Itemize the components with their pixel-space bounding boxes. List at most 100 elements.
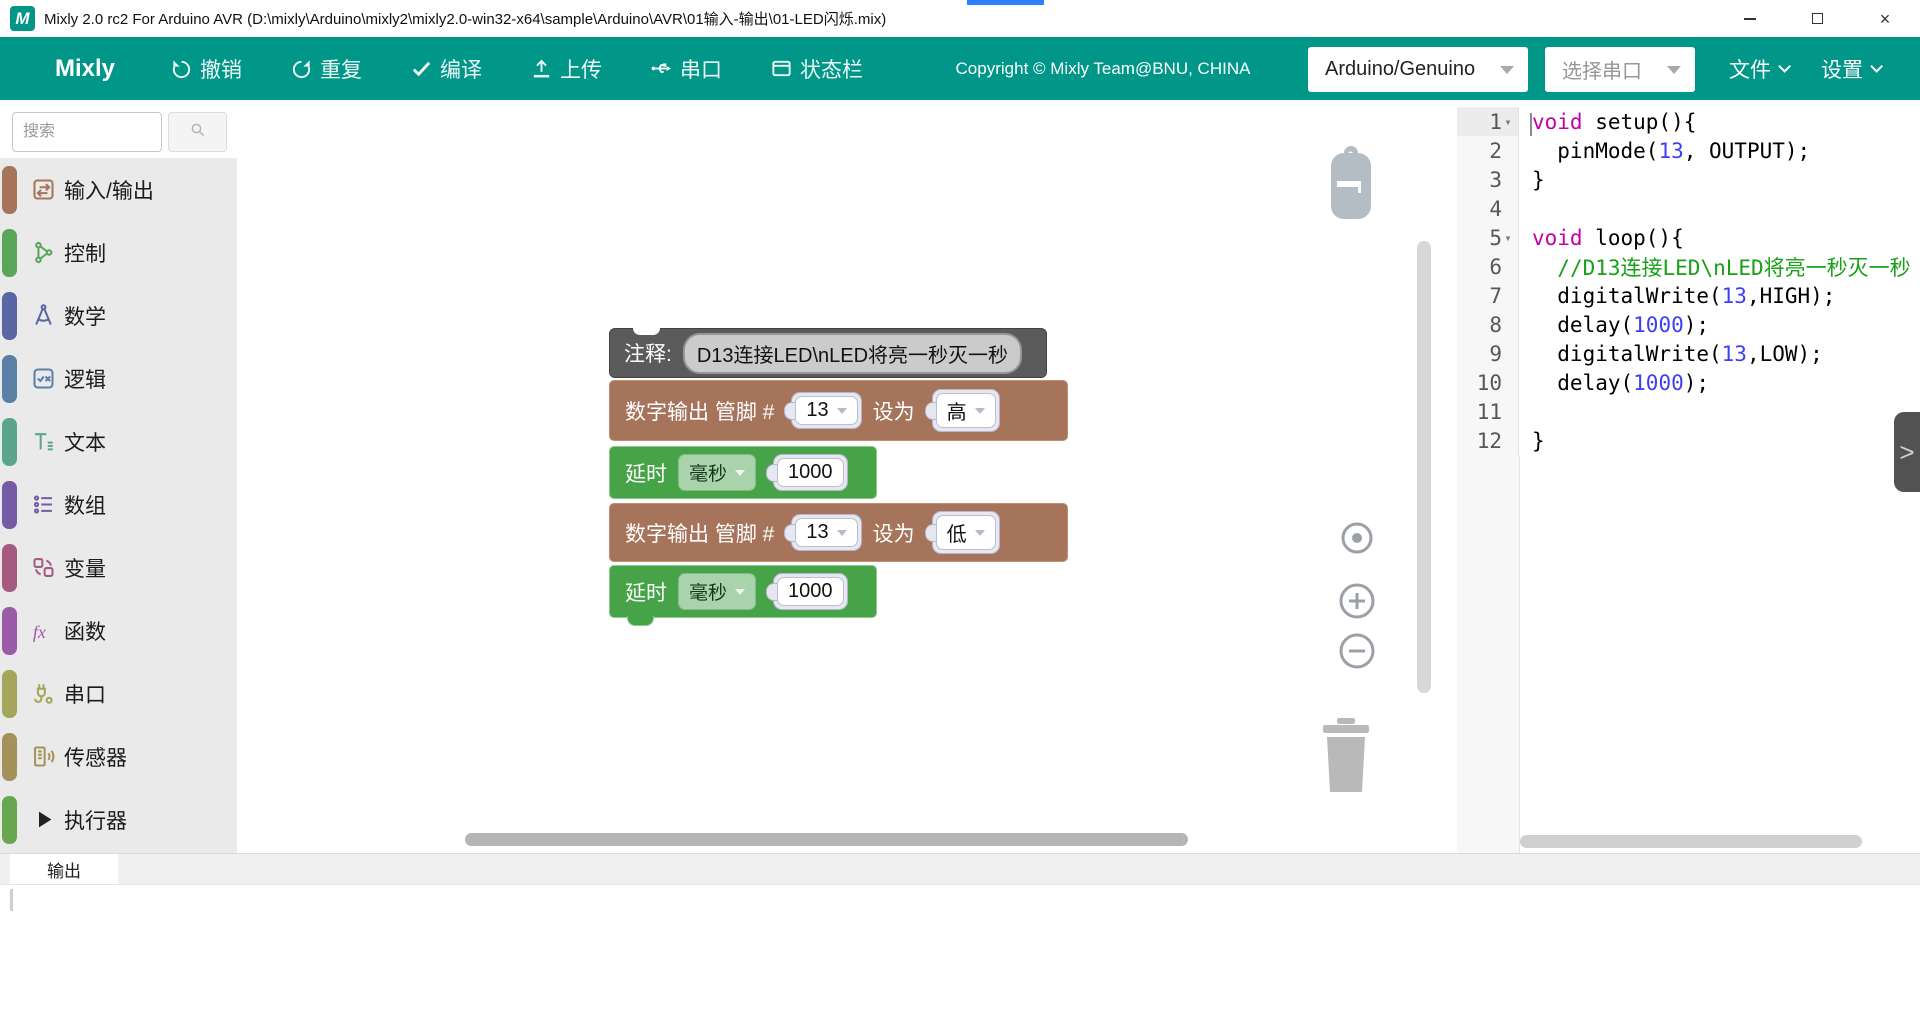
- upload-icon: [530, 57, 553, 80]
- delay-block-1[interactable]: 延时 毫秒 1000: [609, 446, 877, 499]
- search-input[interactable]: [12, 112, 162, 152]
- code-line: 1▾void setup(){: [1457, 107, 1920, 136]
- delay-unit-dropdown[interactable]: 毫秒: [678, 454, 756, 491]
- menu-settings[interactable]: 设置: [1821, 37, 1879, 100]
- close-button[interactable]: ×: [1862, 0, 1908, 37]
- delay-label: 延时: [625, 458, 667, 488]
- menu-file[interactable]: 文件: [1729, 37, 1787, 100]
- zoom-out-icon[interactable]: [1338, 632, 1376, 670]
- serial-cat-icon: [30, 680, 57, 707]
- minimize-icon: [1744, 18, 1756, 20]
- minimize-button[interactable]: [1727, 0, 1773, 37]
- text-icon: [30, 428, 57, 455]
- sidebar-item-actuator[interactable]: 执行器: [0, 788, 237, 851]
- sidebar-item-text[interactable]: 文本: [0, 410, 237, 473]
- blockly-workspace[interactable]: 注释: D13连接LED\nLED将亮一秒灭一秒 数字输出 管脚 # 13 设为…: [237, 100, 1417, 853]
- tab-output[interactable]: 输出: [10, 854, 118, 885]
- value-socket: 高: [932, 389, 1000, 432]
- serial-button[interactable]: 串口: [650, 54, 722, 84]
- sidebar-item-variable[interactable]: 变量: [0, 536, 237, 599]
- logic-icon: [30, 365, 57, 392]
- value-dropdown[interactable]: 低: [936, 515, 996, 550]
- io-icon: [30, 176, 57, 203]
- code-text: pinMode(13, OUTPUT);: [1519, 139, 1810, 163]
- comment-text-field[interactable]: D13连接LED\nLED将亮一秒灭一秒: [683, 333, 1022, 374]
- compile-button[interactable]: 编译: [410, 54, 482, 84]
- chevron-down-icon: [975, 408, 985, 414]
- maximize-icon: [1812, 13, 1823, 24]
- canvas-horizontal-scrollbar[interactable]: [465, 833, 1188, 846]
- output-panel: [0, 884, 1920, 1032]
- code-line: 6 //D13连接LED\nLED将亮一秒灭一秒: [1457, 252, 1920, 281]
- sensor-icon: [30, 743, 57, 770]
- category-color-strip: [2, 796, 17, 844]
- category-color-strip: [2, 733, 17, 781]
- sidebar-item-serial[interactable]: 串口: [0, 662, 237, 725]
- code-text: delay(1000);: [1519, 371, 1709, 395]
- maximize-button[interactable]: [1794, 0, 1840, 37]
- sidebar-item-math[interactable]: 数学: [0, 284, 237, 347]
- sidebar-item-function[interactable]: fx函数: [0, 599, 237, 662]
- sidebar-item-label: 控制: [64, 238, 106, 268]
- code-gutter: [1457, 455, 1520, 853]
- copyright-text: Copyright © Mixly Team@BNU, CHINA: [943, 59, 1263, 79]
- statusbar-button[interactable]: 状态栏: [770, 54, 863, 84]
- backpack-icon[interactable]: [1322, 137, 1380, 235]
- sidebar-item-label: 函数: [64, 616, 106, 646]
- digital-write-block-high[interactable]: 数字输出 管脚 # 13 设为 高: [609, 380, 1068, 441]
- sidebar-item-label: 变量: [64, 553, 106, 583]
- code-text: delay(1000);: [1519, 313, 1709, 337]
- delay-block-2[interactable]: 延时 毫秒 1000: [609, 565, 877, 618]
- chevron-down-icon: [837, 408, 847, 414]
- delay-value-field[interactable]: 1000: [777, 577, 844, 606]
- pin-dropdown[interactable]: 13: [795, 518, 857, 547]
- fold-arrow-icon[interactable]: ▾: [1502, 231, 1514, 245]
- upload-label: 上传: [560, 54, 602, 84]
- upload-button[interactable]: 上传: [530, 54, 602, 84]
- sidebar-item-io[interactable]: 输入/输出: [0, 158, 237, 221]
- delay-unit-dropdown[interactable]: 毫秒: [678, 573, 756, 610]
- zoom-reset-icon[interactable]: [1335, 516, 1379, 560]
- code-text: void setup(){: [1519, 110, 1696, 134]
- toolbar-buttons: 撤销 重复 编译 上传 串口 状态栏: [170, 54, 863, 84]
- block-category-list: 输入/输出控制数学逻辑文本数组变量 fx函数串口传感器执行器: [0, 158, 237, 853]
- delay-value-field[interactable]: 1000: [777, 458, 844, 487]
- redo-label: 重复: [320, 54, 362, 84]
- canvas-vertical-scrollbar[interactable]: [1417, 241, 1431, 693]
- line-number: 7: [1457, 281, 1519, 310]
- set-label: 设为: [873, 396, 915, 426]
- sidebar-item-logic[interactable]: 逻辑: [0, 347, 237, 410]
- code-line: 11: [1457, 397, 1920, 426]
- sidebar-item-sensor[interactable]: 传感器: [0, 725, 237, 788]
- trash-icon[interactable]: [1317, 718, 1375, 792]
- sidebar-item-array[interactable]: 数组: [0, 473, 237, 536]
- value-dropdown[interactable]: 高: [936, 393, 996, 428]
- undo-button[interactable]: 撤销: [170, 54, 242, 84]
- code-text: }: [1519, 429, 1545, 453]
- math-icon: [30, 302, 57, 329]
- digital-write-block-low[interactable]: 数字输出 管脚 # 13 设为 低: [609, 503, 1068, 562]
- comment-block[interactable]: 注释: D13连接LED\nLED将亮一秒灭一秒: [609, 328, 1047, 378]
- category-color-strip: [2, 544, 17, 592]
- sidebar-item-control[interactable]: 控制: [0, 221, 237, 284]
- fold-arrow-icon[interactable]: ▾: [1502, 115, 1514, 129]
- board-select[interactable]: Arduino/Genuino: [1308, 47, 1528, 92]
- chevron-down-icon: [735, 470, 745, 476]
- zoom-in-icon[interactable]: [1338, 582, 1376, 620]
- port-select[interactable]: 选择串口: [1545, 47, 1695, 92]
- search-button[interactable]: [168, 112, 227, 152]
- serial-label: 串口: [680, 54, 722, 84]
- delay-unit-value: 毫秒: [689, 459, 727, 486]
- code-editor[interactable]: 1▾void setup(){2 pinMode(13, OUTPUT);3}4…: [1457, 100, 1920, 853]
- menu-settings-label: 设置: [1821, 54, 1863, 84]
- pin-dropdown[interactable]: 13: [795, 396, 857, 425]
- delay-unit-value: 毫秒: [689, 578, 727, 605]
- expand-panel-button[interactable]: >: [1894, 412, 1920, 492]
- delay-value-text: 1000: [788, 461, 833, 484]
- code-horizontal-scrollbar[interactable]: [1520, 835, 1862, 848]
- delay-value-text: 1000: [788, 580, 833, 603]
- code-line: 8 delay(1000);: [1457, 310, 1920, 339]
- redo-button[interactable]: 重复: [290, 54, 362, 84]
- actuator-icon: [30, 806, 57, 833]
- usb-icon: [650, 57, 673, 80]
